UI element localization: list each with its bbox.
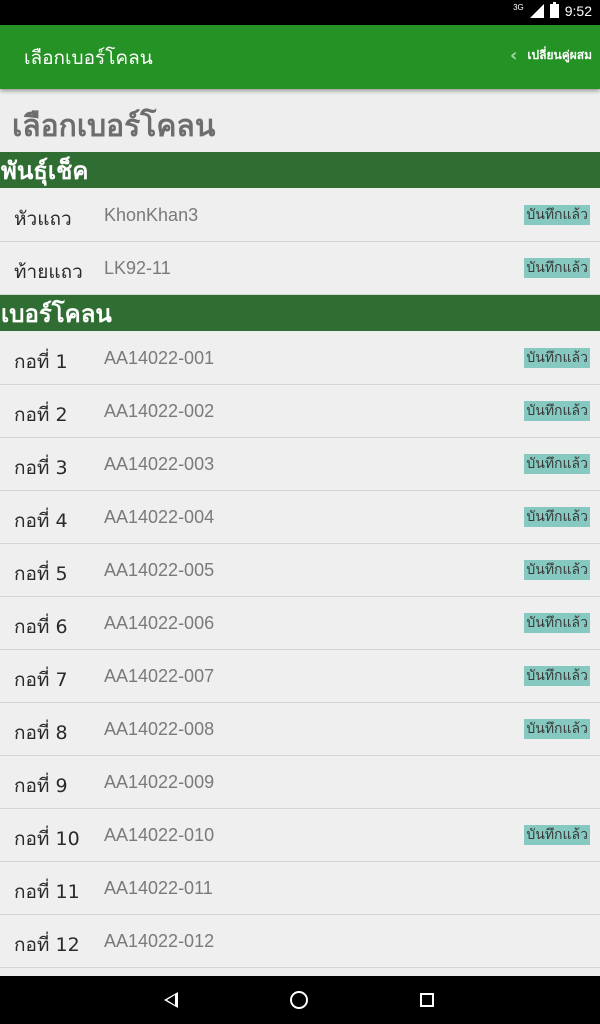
switch-combination-label: เปลี่ยนคู่ผสม [527,48,592,62]
row-value: AA14022-008 [104,719,215,739]
list-item[interactable]: หัวแถว KhonKhan3 บันทึกแล้ว [0,189,600,242]
row-value: AA14022-005 [104,560,215,580]
battery-icon [549,2,559,18]
list-item[interactable]: กอที่ 7 AA14022-007 บันทึกแล้ว [0,650,600,703]
row-label: กอที่ 11 [14,881,80,903]
row-label: กอที่ 1 [14,351,68,373]
list-item[interactable]: กอที่ 11 AA14022-011 [0,862,600,915]
saved-badge: บันทึกแล้ว [524,613,590,633]
list-item[interactable]: กอที่ 8 AA14022-008 บันทึกแล้ว [0,703,600,756]
saved-badge: บันทึกแล้ว [524,719,590,739]
saved-badge: บันทึกแล้ว [524,348,590,368]
list-item[interactable]: กอที่ 6 AA14022-006 บันทึกแล้ว [0,597,600,650]
row-label: กอที่ 2 [14,404,68,426]
list-item[interactable]: กอที่ 10 AA14022-010 บันทึกแล้ว [0,809,600,862]
row-label: ท้ายแถว [14,261,83,283]
list-item[interactable]: กอที่ 2 AA14022-002 บันทึกแล้ว [0,385,600,438]
saved-badge: บันทึกแล้ว [524,666,590,686]
row-label: กอที่ 10 [14,828,80,850]
list-item[interactable]: กอที่ 4 AA14022-004 บันทึกแล้ว [0,491,600,544]
clock: 9:52 [564,3,592,19]
row-label: กอที่ 12 [14,934,80,956]
status-bar: 3G 9:52 [0,0,600,25]
row-value: AA14022-002 [104,401,215,421]
navigation-bar [0,976,600,1024]
chevron-left-icon: ‹ [509,45,518,66]
row-value: AA14022-010 [104,825,215,845]
saved-badge: บันทึกแล้ว [524,507,590,527]
list-item[interactable]: กอที่ 12 AA14022-012 [0,915,600,968]
app-bar: เลือกเบอร์โคลน ‹ เปลี่ยนคู่ผสม [0,25,600,89]
row-value: AA14022-006 [104,613,215,633]
app-title: เลือกเบอร์โคลน [24,47,153,69]
signal-icon [529,4,544,18]
row-label: กอที่ 5 [14,563,68,585]
switch-combination-button[interactable]: ‹ เปลี่ยนคู่ผสม [510,45,592,66]
row-label: กอที่ 4 [14,510,68,532]
recents-icon[interactable] [412,986,442,1014]
list-item[interactable]: กอที่ 3 AA14022-003 บันทึกแล้ว [0,438,600,491]
row-value: AA14022-011 [104,878,213,898]
row-value: AA14022-007 [104,666,215,686]
row-value: AA14022-004 [104,507,215,527]
clone-section-header: เบอร์โคลน [0,295,600,331]
row-value: KhonKhan3 [104,205,199,225]
row-value: AA14022-012 [104,931,215,951]
row-value: AA14022-009 [104,772,215,792]
row-label: กอที่ 3 [14,457,68,479]
saved-badge: บันทึกแล้ว [524,205,590,225]
row-label: กอที่ 9 [14,775,68,797]
home-icon[interactable] [284,986,314,1014]
row-value: AA14022-001 [104,348,215,368]
row-value: AA14022-003 [104,454,215,474]
page-title: เลือกเบอร์โคลน [12,109,216,144]
row-label: กอที่ 6 [14,616,68,638]
row-label: หัวแถว [14,208,72,230]
back-icon[interactable] [156,986,186,1014]
saved-badge: บันทึกแล้ว [524,454,590,474]
list-item[interactable]: กอที่ 9 AA14022-009 [0,756,600,809]
row-label: กอที่ 8 [14,722,68,744]
row-value: LK92-11 [104,258,171,278]
network-type: 3G [513,2,524,12]
list-item[interactable]: ท้ายแถว LK92-11 บันทึกแล้ว [0,242,600,295]
row-label: กอที่ 7 [14,669,68,691]
list-item[interactable]: กอที่ 5 AA14022-005 บันทึกแล้ว [0,544,600,597]
saved-badge: บันทึกแล้ว [524,560,590,580]
saved-badge: บันทึกแล้ว [524,401,590,421]
saved-badge: บันทึกแล้ว [524,825,590,845]
list-item[interactable]: กอที่ 1 AA14022-001 บันทึกแล้ว [0,332,600,385]
saved-badge: บันทึกแล้ว [524,258,590,278]
check-section-header: พันธุ์เช็ค [0,152,600,188]
